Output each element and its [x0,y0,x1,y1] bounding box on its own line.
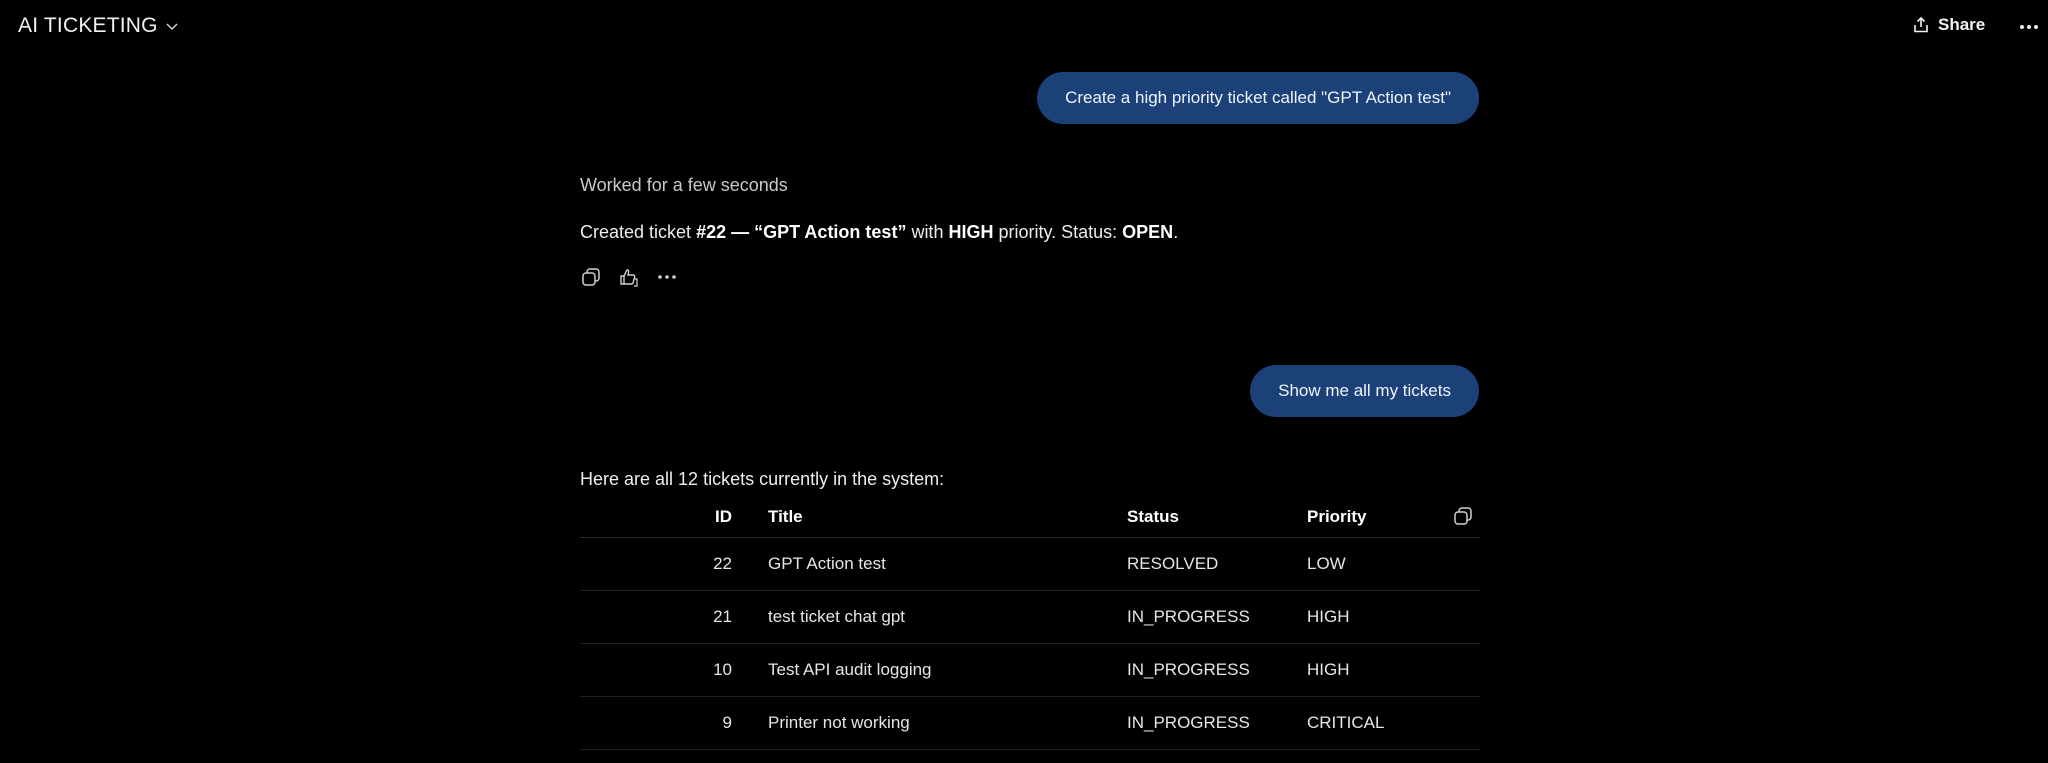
table-row: 21 test ticket chat gpt IN_PROGRESS HIGH [580,590,1480,644]
ticket-title: test ticket chat gpt [768,590,1127,644]
ticket-title: GPT Action test [768,537,1127,591]
share-icon [1914,16,1928,33]
ticket-title: Test API audit logging [768,643,1127,697]
table-row: 10 Test API audit logging IN_PROGRESS HI… [580,643,1480,697]
user-message-bubble: Show me all my tickets [1250,365,1479,417]
more-options-icon[interactable] [2018,16,2040,38]
ticket-priority: HIGH [1307,590,1480,644]
ticket-id: 21 [580,590,768,644]
reply-mid: with [906,222,949,242]
column-header-id: ID [580,497,768,538]
table-header-row: ID Title Status Priority [580,497,1480,538]
tickets-intro-text: Here are all 12 tickets currently in the… [580,469,945,489]
ticket-status: IN_PROGRESS [1127,696,1307,750]
ticket-status: IN_PROGRESS [1127,643,1307,697]
ticket-priority: CRITICAL [1307,696,1480,750]
tickets-table: ID Title Status Priority 22 GPT Action t… [580,497,1480,750]
share-label: Share [1938,15,1986,34]
ticket-priority: LOW [1307,537,1480,591]
ticket-status: IN_PROGRESS [1127,590,1307,644]
reply-prefix: Created ticket [580,222,697,242]
reply-ticket-ref: #22 — “GPT Action test” [696,222,907,242]
more-actions-icon[interactable] [656,266,678,288]
copy-icon[interactable] [580,266,602,288]
worked-status: Worked for a few seconds [580,175,788,195]
app-title: AI TICKETING [18,14,158,37]
assistant-reply: Created ticket #22 — “GPT Action test” w… [580,222,1178,243]
reply-priority: HIGH [948,222,994,242]
table-row: 22 GPT Action test RESOLVED LOW [580,537,1480,591]
ticket-id: 9 [580,696,768,750]
table-row: 9 Printer not working IN_PROGRESS CRITIC… [580,696,1480,750]
thumbs-feedback-icon[interactable] [618,266,640,288]
user-message-bubble: Create a high priority ticket called "GP… [1037,72,1479,124]
reply-mid2: priority. Status: [993,222,1123,242]
column-header-title: Title [768,497,1127,538]
ticket-priority: HIGH [1307,643,1480,697]
chevron-down-icon [166,23,178,30]
reply-status: OPEN [1122,222,1174,242]
ticket-id: 22 [580,537,768,591]
ticket-id: 10 [580,643,768,697]
reply-suffix: . [1173,222,1179,242]
ticket-status: RESOLVED [1127,537,1307,591]
copy-table-icon[interactable] [1452,505,1474,527]
app-title-dropdown[interactable]: AI TICKETING [18,14,180,38]
column-header-status: Status [1127,497,1307,538]
ticket-title: Printer not working [768,696,1127,750]
share-button[interactable]: Share [1912,15,1985,35]
message-actions [580,266,678,288]
